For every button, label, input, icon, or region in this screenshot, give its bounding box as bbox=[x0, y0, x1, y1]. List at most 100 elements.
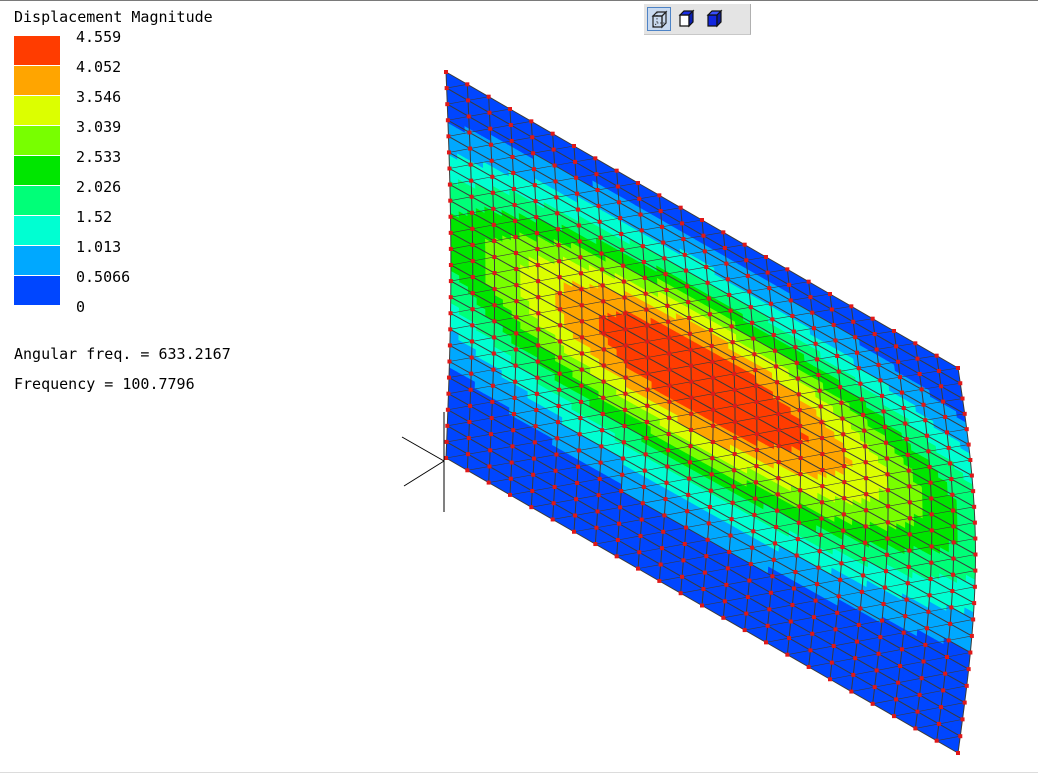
mesh-node bbox=[577, 239, 582, 244]
mesh-node bbox=[448, 327, 453, 332]
mesh-node bbox=[637, 550, 642, 555]
mesh-node bbox=[645, 371, 650, 376]
mesh-node bbox=[943, 671, 948, 676]
mesh-node bbox=[905, 581, 910, 586]
mesh-node bbox=[532, 440, 537, 445]
mesh-node bbox=[488, 142, 493, 147]
mesh-node bbox=[688, 347, 693, 352]
mesh-node bbox=[767, 286, 772, 291]
mesh-node bbox=[689, 411, 694, 416]
mesh-node bbox=[446, 134, 451, 139]
mesh-node bbox=[927, 593, 932, 598]
mesh-node bbox=[597, 219, 602, 224]
mesh-node bbox=[642, 275, 647, 280]
mesh-node bbox=[599, 444, 604, 449]
mesh-node bbox=[556, 243, 561, 248]
mesh-node bbox=[444, 86, 449, 91]
mesh-node bbox=[838, 577, 843, 582]
mesh-node bbox=[849, 689, 854, 694]
mesh-node bbox=[513, 234, 518, 239]
mesh-node bbox=[684, 268, 689, 273]
mesh-node bbox=[536, 295, 541, 300]
mesh-node bbox=[685, 284, 690, 289]
mesh-node bbox=[964, 683, 969, 688]
mesh-node bbox=[535, 375, 540, 380]
mesh-node bbox=[491, 351, 496, 356]
mesh-node bbox=[732, 387, 737, 392]
mesh-node bbox=[470, 210, 475, 215]
mesh-node bbox=[764, 640, 768, 645]
mesh-node bbox=[596, 203, 601, 208]
mesh-node bbox=[724, 582, 729, 587]
mesh-node bbox=[445, 102, 450, 107]
mesh-node bbox=[880, 393, 885, 398]
mesh-node bbox=[558, 339, 563, 344]
mesh-node bbox=[470, 226, 475, 231]
mesh-node bbox=[601, 379, 606, 384]
model-viewport[interactable] bbox=[0, 0, 1038, 780]
mesh-node bbox=[469, 194, 474, 199]
mesh-node bbox=[680, 221, 685, 226]
mesh-node bbox=[666, 448, 671, 453]
mesh-node bbox=[972, 584, 977, 589]
mesh-node bbox=[466, 98, 471, 103]
mesh-node bbox=[595, 188, 600, 193]
mesh-node bbox=[578, 399, 583, 404]
mesh-node bbox=[529, 119, 534, 124]
mesh-node bbox=[936, 368, 941, 373]
mesh-node bbox=[820, 468, 825, 473]
mesh-node bbox=[874, 347, 879, 352]
mesh-node bbox=[849, 304, 854, 309]
mesh-node bbox=[577, 432, 582, 437]
mesh-node bbox=[806, 279, 811, 284]
mesh-node bbox=[513, 347, 518, 352]
mesh-node bbox=[870, 316, 875, 321]
mesh-node bbox=[894, 697, 899, 702]
mesh-node bbox=[775, 508, 780, 513]
mesh-node bbox=[885, 536, 890, 541]
mesh-node bbox=[640, 244, 645, 249]
mesh-node bbox=[536, 327, 541, 332]
mesh-node bbox=[513, 251, 518, 256]
mesh-node bbox=[858, 606, 863, 611]
mesh-node bbox=[861, 412, 866, 417]
mesh-node bbox=[596, 493, 601, 498]
mesh-node bbox=[657, 193, 662, 198]
mesh-node bbox=[644, 307, 649, 312]
mesh-node bbox=[858, 381, 863, 386]
mesh-node bbox=[621, 279, 626, 284]
mesh-node bbox=[876, 651, 881, 656]
mesh-node bbox=[598, 235, 603, 240]
mesh-node bbox=[797, 408, 802, 413]
mesh-node bbox=[751, 529, 756, 534]
mesh-node bbox=[733, 419, 738, 424]
mesh-node bbox=[864, 492, 869, 497]
mesh-node bbox=[793, 569, 798, 574]
mesh-node bbox=[971, 617, 976, 622]
mesh-node bbox=[470, 307, 475, 312]
mesh-node bbox=[841, 528, 846, 533]
mesh-node bbox=[623, 407, 628, 412]
mesh-node bbox=[787, 282, 792, 287]
mesh-node bbox=[748, 305, 753, 310]
mesh-node bbox=[508, 492, 512, 497]
mesh-node bbox=[731, 356, 736, 361]
mesh-node bbox=[552, 163, 557, 168]
mesh-node bbox=[924, 626, 929, 631]
mesh-node bbox=[709, 343, 714, 348]
mesh-node bbox=[747, 578, 752, 583]
mesh-node bbox=[732, 468, 737, 473]
mesh-node bbox=[876, 362, 881, 367]
mesh-node bbox=[617, 521, 622, 526]
mesh-node bbox=[689, 395, 694, 400]
mesh-node bbox=[793, 345, 798, 350]
mesh-node bbox=[623, 311, 628, 316]
mesh-node bbox=[593, 156, 598, 161]
mesh-node bbox=[658, 209, 663, 214]
mesh-node bbox=[831, 643, 836, 648]
mesh-node bbox=[556, 403, 561, 408]
mesh-node bbox=[530, 135, 535, 140]
mesh-node bbox=[906, 468, 911, 473]
mesh-node bbox=[687, 315, 692, 320]
mesh-node bbox=[667, 399, 672, 404]
